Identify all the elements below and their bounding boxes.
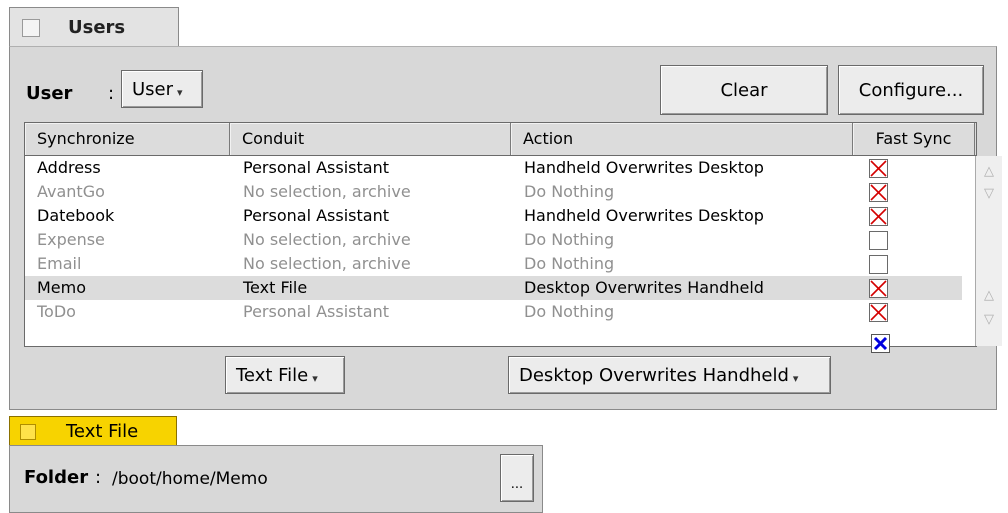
cell-conduit: No selection, archive	[243, 230, 411, 249]
table-row[interactable]: Expense No selection, archive Do Nothing	[25, 228, 962, 252]
conduit-menu-value: Text File	[236, 364, 309, 386]
fast-sync-row-checkbox[interactable]	[869, 183, 888, 202]
tab-checkbox-icon	[20, 423, 36, 440]
cross-icon	[870, 184, 887, 201]
browse-folder-button[interactable]: ...	[500, 454, 534, 502]
cell-synchronize: AvantGo	[37, 182, 105, 201]
column-header-fast-sync[interactable]: Fast Sync	[853, 123, 975, 155]
fast-sync-checkbox[interactable]	[871, 334, 890, 353]
column-header-action[interactable]: Action	[511, 123, 853, 155]
users-panel: User : User ▾ Clear Configure... Synchro…	[9, 46, 1002, 410]
cell-synchronize: Datebook	[37, 206, 115, 225]
cross-icon	[870, 160, 887, 177]
text-file-panel: Folder : /boot/home/Memo ...	[9, 445, 543, 513]
table-row[interactable]: ToDo Personal Assistant Do Nothing	[25, 300, 962, 324]
action-menu-value: Desktop Overwrites Handheld	[519, 364, 789, 386]
scroll-down-arrow-icon[interactable]: ▽	[980, 184, 998, 204]
tab-text-file-label: Text File	[66, 421, 139, 442]
tab-text-file[interactable]: Text File	[9, 416, 177, 446]
cell-conduit: Personal Assistant	[243, 302, 389, 321]
chevron-down-icon: ▾	[312, 371, 318, 385]
fast-sync-row-checkbox[interactable]	[869, 255, 888, 274]
cell-synchronize: Email	[37, 254, 82, 273]
tab-users-label: Users	[68, 17, 126, 38]
user-label: User	[26, 83, 73, 104]
fast-sync-row-checkbox[interactable]	[869, 159, 888, 178]
chevron-down-icon: ▾	[177, 85, 183, 99]
scroll-up-arrow-icon[interactable]: △	[980, 162, 998, 182]
conduit-table: Synchronize Conduit Action Fast Sync Add…	[24, 122, 1002, 347]
folder-label: Folder	[24, 467, 89, 488]
cell-conduit: No selection, archive	[243, 254, 411, 273]
cell-conduit: Personal Assistant	[243, 206, 389, 225]
cell-action: Handheld Overwrites Desktop	[524, 206, 764, 225]
chevron-down-icon: ▾	[792, 371, 799, 385]
cross-icon	[870, 304, 887, 321]
fast-sync-row-checkbox[interactable]	[869, 303, 888, 322]
tab-users[interactable]: Users	[9, 7, 179, 47]
table-header: Synchronize Conduit Action Fast Sync	[25, 123, 976, 156]
cell-conduit: No selection, archive	[243, 182, 411, 201]
fast-sync-row-checkbox[interactable]	[869, 231, 888, 250]
configure-button-label: Configure...	[858, 79, 964, 101]
cell-action: Do Nothing	[524, 230, 615, 249]
cell-synchronize: Address	[37, 158, 101, 177]
fast-sync-row-checkbox[interactable]	[869, 279, 888, 298]
column-header-synchronize[interactable]: Synchronize	[25, 123, 230, 155]
cell-action: Do Nothing	[524, 182, 615, 201]
folder-colon: :	[95, 467, 102, 488]
table-row[interactable]: Email No selection, archive Do Nothing	[25, 252, 962, 276]
cell-synchronize: Memo	[37, 278, 87, 297]
conduit-menu-button[interactable]: Text File ▾	[225, 356, 345, 394]
cell-action: Desktop Overwrites Handheld	[524, 278, 764, 297]
folder-path: /boot/home/Memo	[112, 469, 268, 489]
cell-conduit: Personal Assistant	[243, 158, 389, 177]
cell-action: Handheld Overwrites Desktop	[524, 158, 764, 177]
cell-synchronize: ToDo	[37, 302, 76, 321]
configure-button[interactable]: Configure...	[838, 65, 984, 115]
user-menu-value: User	[132, 78, 174, 100]
cross-icon	[870, 280, 887, 297]
browse-folder-button-label: ...	[510, 476, 524, 492]
cell-synchronize: Expense	[37, 230, 105, 249]
check-cross-icon	[873, 336, 888, 351]
user-menu-button[interactable]: User ▾	[121, 70, 203, 108]
clear-button[interactable]: Clear	[660, 65, 828, 115]
clear-button-label: Clear	[720, 79, 768, 101]
scroll-up-arrow-icon[interactable]: △	[980, 286, 998, 306]
cell-action: Do Nothing	[524, 302, 615, 321]
column-header-conduit[interactable]: Conduit	[230, 123, 511, 155]
table-row[interactable]: Address Personal Assistant Handheld Overwr…	[25, 156, 962, 180]
cell-action: Do Nothing	[524, 254, 615, 273]
fast-sync-row-checkbox[interactable]	[869, 207, 888, 226]
cell-conduit: Text File	[243, 278, 308, 297]
user-colon: :	[108, 83, 115, 104]
table-scrollbar[interactable]: △ ▽ △ ▽	[975, 156, 1002, 346]
table-row[interactable]: Memo Text File Desktop Overwrites Handheld	[25, 276, 962, 300]
scroll-down-arrow-icon[interactable]: ▽	[980, 310, 998, 330]
tab-checkbox-icon	[22, 18, 40, 37]
action-menu-button[interactable]: Desktop Overwrites Handheld ▾	[508, 356, 831, 394]
cross-icon	[870, 208, 887, 225]
table-row[interactable]: Datebook Personal Assistant Handheld Overw…	[25, 204, 962, 228]
table-row[interactable]: AvantGo No selection, archive Do Nothing	[25, 180, 962, 204]
